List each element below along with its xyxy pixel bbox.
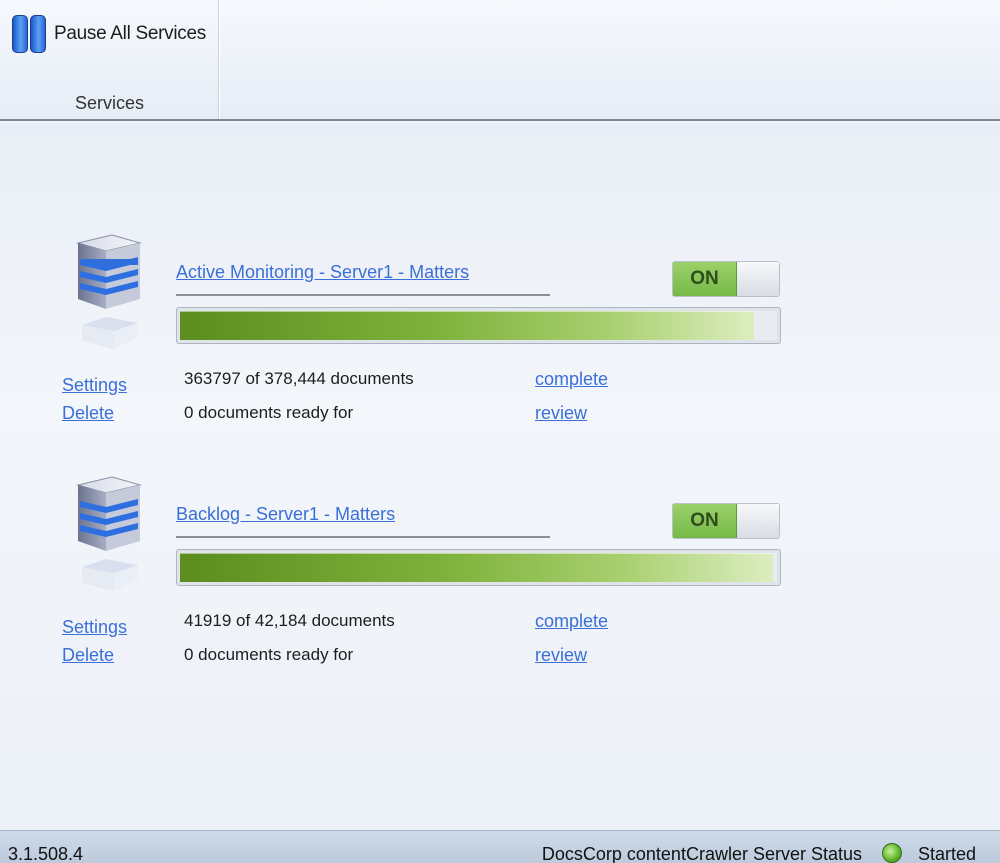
ribbon-toolbar: Pause All Services Services xyxy=(0,0,1000,121)
server-status-label: DocsCorp contentCrawler Server Status xyxy=(541,844,862,863)
version-text: 3.1.508.4 xyxy=(8,844,84,863)
toggle-on-label: ON xyxy=(673,504,737,538)
services-ribbon-group: Pause All Services Services xyxy=(0,0,219,119)
pause-all-services-label: Pause All Services xyxy=(54,23,206,44)
services-panel: Active Monitoring - Server1 - Matters ON… xyxy=(0,123,1000,830)
review-link[interactable]: review xyxy=(535,645,587,666)
progress-fill xyxy=(180,311,754,340)
complete-link[interactable]: complete xyxy=(535,611,608,632)
settings-link[interactable]: Settings xyxy=(62,617,127,638)
toggle-on-label: ON xyxy=(673,262,737,296)
crawl-progress-bar xyxy=(176,307,781,344)
crawl-progress-bar xyxy=(176,549,781,586)
pause-all-services-button[interactable]: Pause All Services xyxy=(10,12,215,56)
server-status-value: Started xyxy=(918,844,977,863)
documents-ready-text: 0 documents ready for xyxy=(184,403,354,422)
title-divider xyxy=(176,294,550,296)
status-bar: 3.1.508.4 DocsCorp contentCrawler Server… xyxy=(0,830,1000,863)
service-title-link[interactable]: Active Monitoring - Server1 - Matters xyxy=(176,262,469,283)
progress-fill xyxy=(180,553,774,582)
pause-icon xyxy=(10,14,48,54)
documents-ready-text: 0 documents ready for xyxy=(184,645,354,664)
title-divider xyxy=(176,536,550,538)
service-title-link[interactable]: Backlog - Server1 - Matters xyxy=(176,504,395,525)
ribbon-group-label: Services xyxy=(74,93,145,113)
review-link[interactable]: review xyxy=(535,403,587,424)
complete-link[interactable]: complete xyxy=(535,369,608,390)
delete-link[interactable]: Delete xyxy=(62,645,114,666)
service-item: Active Monitoring - Server1 - Matters ON… xyxy=(0,233,1000,433)
toggle-knob xyxy=(737,504,779,538)
documents-count-text: 41919 of 42,184 documents xyxy=(184,611,395,630)
status-indicator-icon xyxy=(882,843,902,863)
server-database-icon xyxy=(76,476,142,591)
delete-link[interactable]: Delete xyxy=(62,403,114,424)
toggle-knob xyxy=(737,262,779,296)
service-item: Backlog - Server1 - Matters ON Settings … xyxy=(0,475,1000,675)
server-database-icon xyxy=(76,234,142,349)
documents-count-text: 363797 of 378,444 documents xyxy=(184,369,414,388)
settings-link[interactable]: Settings xyxy=(62,375,127,396)
service-on-toggle[interactable]: ON xyxy=(672,503,780,539)
service-on-toggle[interactable]: ON xyxy=(672,261,780,297)
